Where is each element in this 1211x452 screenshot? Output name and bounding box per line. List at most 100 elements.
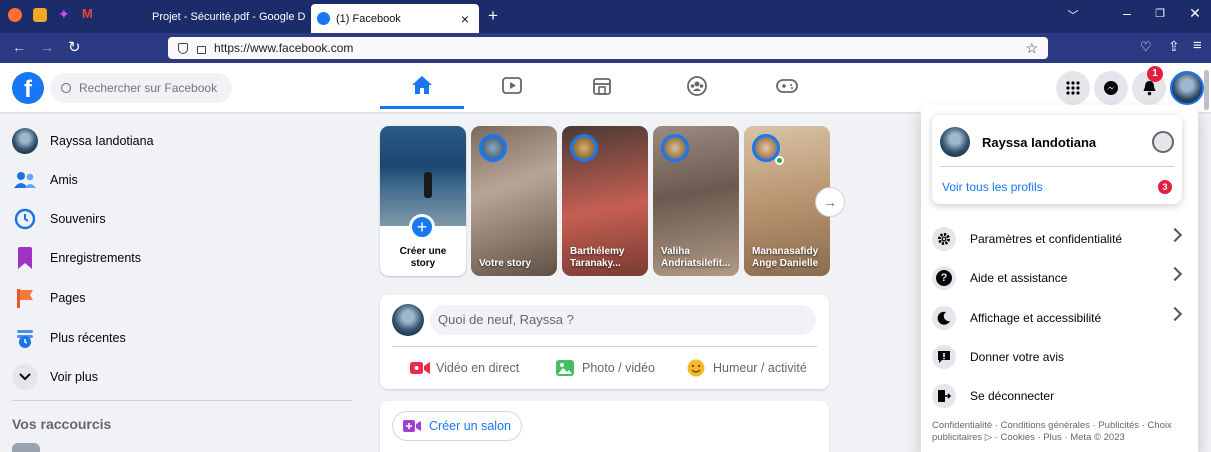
pinned-tab-icon[interactable]: ✦ — [58, 6, 70, 23]
tab-marketplace[interactable] — [560, 63, 644, 109]
tab-watch[interactable] — [470, 63, 554, 109]
sidebar-item-recent[interactable]: Plus récentes — [12, 322, 126, 354]
sidebar-divider — [12, 400, 352, 401]
tab-home[interactable] — [380, 63, 464, 109]
messenger-icon — [1104, 81, 1118, 95]
live-video-button[interactable]: Vidéo en direct — [410, 355, 519, 381]
stories-next-button[interactable]: → — [815, 187, 845, 217]
sidebar-item-see-more[interactable]: Voir plus — [12, 361, 98, 393]
list-tabs-icon[interactable]: ﹀ — [1058, 7, 1088, 23]
groups-icon — [687, 76, 707, 96]
create-room-button[interactable]: Créer un salon — [392, 411, 522, 441]
story-avatar — [479, 134, 507, 162]
gear-icon — [932, 227, 956, 251]
story-card[interactable]: Barthélemy Taranaky... — [562, 126, 648, 276]
extensions-icon[interactable]: ⇪ — [1168, 38, 1180, 55]
moon-icon — [932, 306, 956, 330]
sidebar-item-friends[interactable]: Amis — [12, 164, 78, 196]
pocket-icon[interactable]: ♡ — [1140, 39, 1152, 55]
gmail-icon[interactable]: M — [82, 6, 93, 21]
shortcut-thumbnail[interactable] — [12, 443, 40, 452]
feeling-button[interactable]: Humeur / activité — [687, 355, 807, 381]
profile-divider — [940, 166, 1174, 167]
restore-button[interactable]: ❐ — [1145, 7, 1175, 20]
story-card[interactable]: Votre story — [471, 126, 557, 276]
menu-item-settings[interactable]: Paramètres et confidentialité — [930, 221, 1188, 257]
profiles-count-badge: 3 — [1158, 180, 1172, 194]
menu-item-feedback[interactable]: Donner votre avis — [930, 339, 1188, 375]
minimize-button[interactable]: – — [1112, 5, 1142, 21]
rooms-card: Créer un salon — [380, 401, 829, 452]
logout-icon — [932, 384, 956, 408]
tab-facebook[interactable]: (1) Facebook × — [311, 4, 479, 33]
back-icon[interactable]: ← — [12, 39, 26, 55]
close-window-button[interactable]: ✕ — [1180, 5, 1210, 22]
help-icon: ? — [932, 266, 956, 290]
chevron-right-icon — [1167, 266, 1183, 282]
plus-icon[interactable]: + — [409, 214, 435, 240]
story-avatar — [570, 134, 598, 162]
facebook-favicon-icon — [317, 12, 330, 25]
sidebar-item-memories[interactable]: Souvenirs — [12, 203, 106, 235]
tab-groups[interactable] — [655, 63, 739, 109]
tab-gaming[interactable] — [745, 63, 829, 109]
avatar — [392, 304, 424, 336]
post-composer: Quoi de neuf, Rayssa ? Vidéo en direct P… — [380, 295, 829, 389]
messenger-button[interactable] — [1094, 71, 1128, 105]
pinned-tab-icon[interactable] — [33, 8, 47, 22]
profile-row[interactable]: Rayssa Iandotiana — [940, 125, 1174, 159]
account-avatar[interactable] — [1170, 71, 1204, 105]
menu-item-logout[interactable]: Se déconnecter — [930, 378, 1188, 414]
new-tab-button[interactable]: + — [488, 6, 498, 26]
composer-input[interactable]: Quoi de neuf, Rayssa ? — [430, 305, 816, 335]
profile-card: Rayssa Iandotiana Voir tous les profils … — [932, 115, 1182, 204]
smiley-icon — [687, 359, 705, 377]
sidebar-item-pages[interactable]: Pages — [12, 282, 85, 314]
menu-item-help[interactable]: ? Aide et assistance — [930, 260, 1188, 296]
sidebar-item-saved[interactable]: Enregistrements — [12, 242, 141, 274]
online-status-icon — [775, 156, 784, 165]
story-card[interactable]: Valiha Andriatsilefit... — [653, 126, 739, 276]
story-create[interactable]: + Créer une story — [380, 126, 466, 276]
photo-icon — [556, 360, 574, 376]
live-video-icon — [410, 362, 430, 374]
bookmark-star-icon[interactable]: ☆ — [1025, 40, 1038, 57]
address-bar[interactable]: https://www.facebook.com ☆ — [168, 37, 1048, 59]
chevron-down-icon — [12, 364, 38, 390]
scrollbar[interactable] — [1204, 70, 1209, 110]
home-icon — [412, 75, 432, 94]
menu-item-display[interactable]: Affichage et accessibilité — [930, 300, 1188, 336]
sidebar-item-profile[interactable]: Rayssa Iandotiana — [12, 125, 154, 157]
bookmark-icon — [12, 245, 38, 271]
footer-links[interactable]: Confidentialité · Conditions générales ·… — [932, 420, 1184, 443]
tab-drive-pdf[interactable]: Projet - Sécurité.pdf - Google D × — [140, 5, 306, 29]
facebook-logo-icon[interactable]: f — [12, 72, 44, 104]
switch-profile-icon[interactable] — [1152, 131, 1174, 153]
composer-divider — [392, 346, 817, 347]
chevron-right-icon — [1167, 227, 1183, 243]
menu-icon[interactable]: ≡ — [1193, 37, 1202, 54]
watch-icon — [502, 77, 522, 94]
story-photo — [380, 126, 466, 226]
see-all-profiles-link[interactable]: Voir tous les profils — [942, 180, 1043, 194]
recent-icon — [12, 325, 38, 351]
tracking-shield-icon[interactable] — [178, 42, 188, 54]
shortcuts-title: Vos raccourcis — [12, 416, 112, 432]
reload-icon[interactable]: ↻ — [68, 38, 81, 56]
memories-icon — [12, 206, 38, 232]
firefox-view-icon[interactable] — [8, 8, 22, 22]
friends-icon — [12, 167, 38, 193]
url-text[interactable]: https://www.facebook.com — [214, 41, 353, 55]
avatar — [940, 127, 970, 157]
search-input[interactable] — [79, 81, 219, 95]
close-tab-icon[interactable]: × — [461, 11, 469, 27]
grid-icon — [1066, 81, 1080, 95]
menu-grid-button[interactable] — [1056, 71, 1090, 105]
search-box[interactable] — [50, 73, 232, 103]
lock-icon[interactable] — [197, 46, 206, 54]
forward-icon[interactable]: → — [40, 39, 54, 55]
photo-video-button[interactable]: Photo / vidéo — [556, 355, 655, 381]
story-create-label: Créer une story — [399, 246, 447, 269]
story-avatar — [661, 134, 689, 162]
story-figure — [424, 172, 432, 198]
